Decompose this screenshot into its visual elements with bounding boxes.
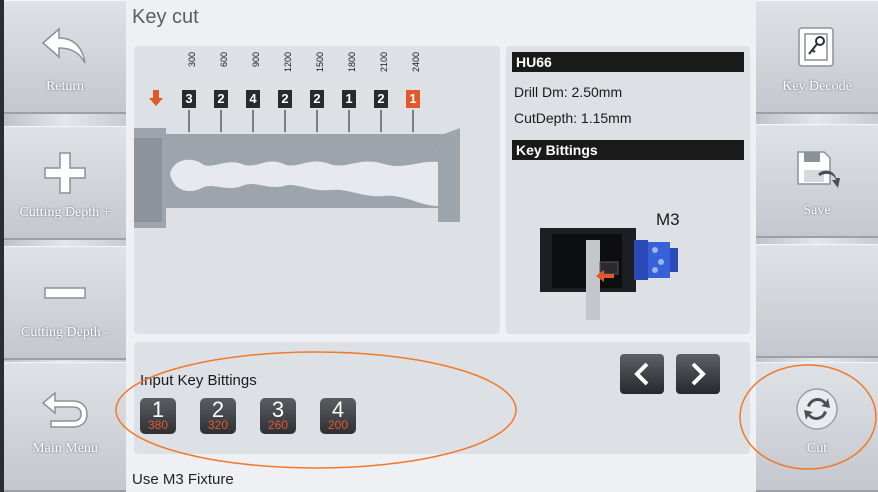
bitting-button-2[interactable]: 2 320 bbox=[200, 398, 236, 434]
empty-slot bbox=[756, 244, 878, 358]
minus-icon bbox=[43, 263, 87, 323]
key-info-panel: HU66 Drill Dm: 2.50mm CutDepth: 1.15mm K… bbox=[506, 46, 750, 334]
save-icon bbox=[794, 141, 840, 201]
bitting-depth: 260 bbox=[267, 418, 289, 432]
return-label: Return bbox=[45, 79, 85, 94]
cutting-depth-minus-button[interactable]: Cutting Depth - bbox=[4, 246, 126, 360]
key-decode-button[interactable]: Key Decode bbox=[756, 0, 878, 114]
chevron-left-icon bbox=[634, 362, 649, 386]
fixture-m3-illustration bbox=[540, 228, 678, 320]
bitting-button-1[interactable]: 1 380 bbox=[140, 398, 176, 434]
cut-button[interactable]: Cut bbox=[756, 362, 878, 492]
cut-label: Cut bbox=[806, 441, 828, 456]
return-arrow-icon bbox=[41, 17, 89, 77]
bitting-depth: 320 bbox=[207, 418, 229, 432]
left-sidebar: Return Cutting Depth + Cutting Depth - M… bbox=[4, 0, 126, 492]
chevron-right-icon bbox=[691, 362, 706, 386]
back-arrow-icon bbox=[41, 379, 89, 439]
key-bittings-header: Key Bittings bbox=[512, 140, 744, 160]
key-diagram-panel: 300 600 900 1200 1500 1800 2100 2400 3 2… bbox=[134, 46, 500, 334]
key-model-bar: HU66 bbox=[512, 52, 744, 72]
bitting-button-4[interactable]: 4 200 bbox=[320, 398, 356, 434]
save-button[interactable]: Save bbox=[756, 124, 878, 238]
cutting-depth-minus-label: Cutting Depth - bbox=[21, 325, 109, 340]
cutting-depth-plus-label: Cutting Depth + bbox=[19, 205, 111, 220]
cutting-depth-plus-button[interactable]: Cutting Depth + bbox=[4, 126, 126, 240]
page-title: Key cut bbox=[132, 6, 199, 28]
cut-refresh-icon bbox=[794, 379, 840, 439]
key-decode-label: Key Decode bbox=[782, 79, 852, 94]
plus-icon bbox=[43, 143, 87, 203]
fixture-hint: Use M3 Fixture bbox=[132, 471, 234, 488]
input-bittings-label: Input Key Bittings bbox=[140, 372, 257, 389]
right-sidebar: Key Decode Save Cut bbox=[756, 0, 878, 492]
input-bittings-panel: Input Key Bittings 1 380 2 320 3 260 4 2… bbox=[134, 342, 750, 454]
bitting-depth: 200 bbox=[327, 418, 349, 432]
main-menu-button[interactable]: Main Menu bbox=[4, 362, 126, 492]
cut-depth-text: CutDepth: 1.15mm bbox=[514, 110, 632, 126]
drill-diameter-text: Drill Dm: 2.50mm bbox=[514, 84, 623, 100]
next-page-button[interactable] bbox=[676, 354, 720, 394]
previous-page-button[interactable] bbox=[620, 354, 664, 394]
main-area: Key cut 300 600 900 1200 1500 1800 2100 … bbox=[126, 0, 756, 492]
key-profile-diagram bbox=[134, 110, 460, 228]
bitting-depth: 380 bbox=[147, 418, 169, 432]
main-menu-label: Main Menu bbox=[32, 441, 98, 456]
key-decode-icon bbox=[795, 17, 839, 77]
return-button[interactable]: Return bbox=[4, 0, 126, 114]
save-label: Save bbox=[803, 203, 831, 218]
bitting-button-3[interactable]: 3 260 bbox=[260, 398, 296, 434]
